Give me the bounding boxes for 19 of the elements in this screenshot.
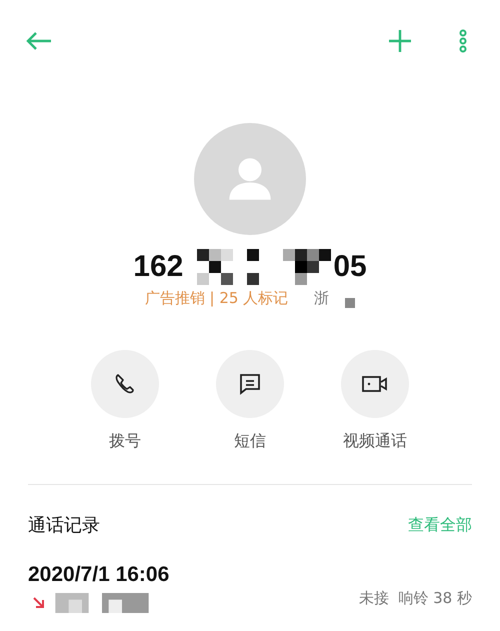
more-icon[interactable]	[458, 29, 468, 53]
section-title: 通话记录	[28, 514, 100, 537]
message-icon	[238, 372, 262, 396]
action-label: 短信	[234, 431, 266, 452]
add-icon[interactable]	[388, 29, 412, 53]
call-time: 2020/7/1 16:06	[28, 563, 170, 587]
back-icon[interactable]	[26, 31, 52, 51]
phone-icon	[113, 372, 137, 396]
call-status: 未接 响铃 38 秒	[358, 589, 472, 608]
view-all-link[interactable]: 查看全部	[408, 514, 472, 536]
redaction-mosaic	[345, 298, 356, 308]
location: 浙	[314, 289, 330, 308]
phone-number: 162	[133, 250, 184, 284]
video-camera-icon	[362, 374, 388, 394]
action-label: 拨号	[109, 431, 141, 452]
person-icon	[227, 156, 273, 202]
action-label: 视频通话	[343, 431, 407, 452]
spam-tag: 广告推销 | 25 人标记	[144, 289, 288, 308]
phone-number: 05	[333, 250, 367, 284]
